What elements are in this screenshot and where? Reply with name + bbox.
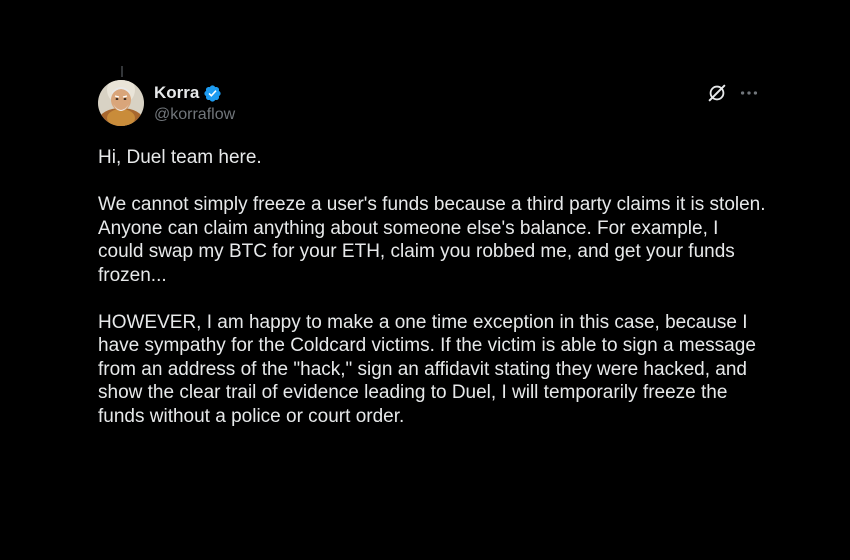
thread-connector-line — [121, 66, 123, 77]
tweet: Korra @korraflow Hi, Duel team here. We … — [98, 80, 778, 428]
tweet-paragraph: HOWEVER, I am happy to make a one time e… — [98, 311, 756, 427]
tweet-paragraph: Hi, Duel team here. — [98, 147, 262, 168]
tweet-text: Hi, Duel team here. We cannot simply fre… — [98, 146, 768, 428]
avatar-image — [98, 80, 144, 126]
author-display-name[interactable]: Korra — [154, 83, 199, 103]
tweet-paragraph: We cannot simply freeze a user's funds b… — [98, 194, 766, 286]
verified-badge-icon — [203, 84, 222, 103]
author-handle[interactable]: @korraflow — [154, 106, 235, 124]
author-names: Korra @korraflow — [154, 82, 235, 124]
grok-icon[interactable] — [706, 82, 728, 104]
avatar[interactable] — [98, 80, 144, 126]
tweet-actions — [706, 82, 760, 104]
tweet-header: Korra @korraflow — [98, 80, 778, 132]
name-row: Korra — [154, 82, 235, 104]
more-options-icon[interactable] — [738, 82, 760, 104]
